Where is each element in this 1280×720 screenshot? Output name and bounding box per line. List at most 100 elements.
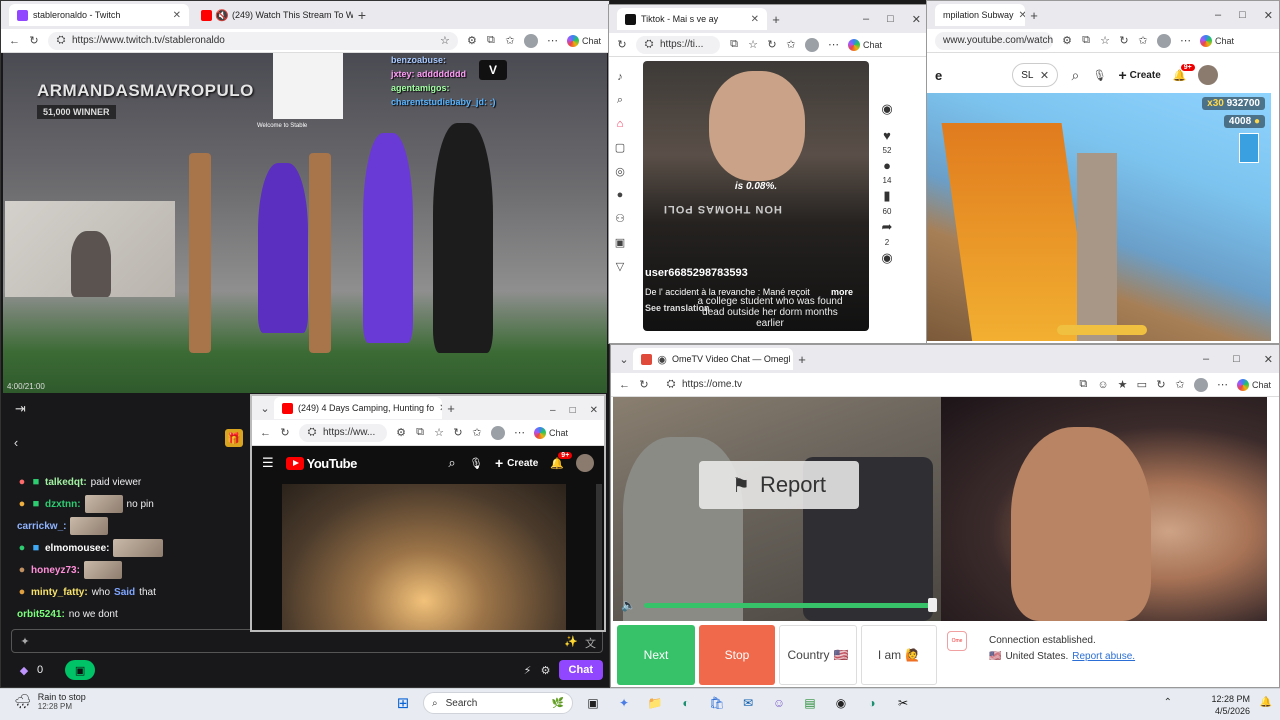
split-icon[interactable]: ⧉ <box>415 426 425 439</box>
more-icon[interactable]: ⋯ <box>1180 34 1191 47</box>
collections-icon[interactable]: ✩ <box>472 426 482 439</box>
star-icon[interactable]: ☆ <box>440 34 450 47</box>
store-icon[interactable]: 🛍 <box>706 692 728 714</box>
notepad-icon[interactable]: ▤ <box>799 692 821 714</box>
mod-tools-icon[interactable]: ⚡ <box>523 664 533 677</box>
system-tray-chevron-icon[interactable]: ⌃ <box>1164 697 1172 708</box>
search-icon[interactable]: ⌕ <box>615 94 625 107</box>
collections-icon[interactable]: ✩ <box>1175 378 1185 391</box>
microphone-icon[interactable]: 🎙 <box>1092 69 1106 82</box>
edge-beta-icon[interactable]: ◑ <box>861 692 883 714</box>
reload-icon[interactable]: ↻ <box>29 34 39 47</box>
account-avatar[interactable] <box>576 454 594 472</box>
reload-icon[interactable]: ↻ <box>639 378 649 391</box>
copilot-chat-button[interactable]: Chat <box>566 34 601 47</box>
collapse-chat-icon[interactable]: ⇥ <box>15 401 26 417</box>
home-icon[interactable]: ⌂ <box>615 118 625 130</box>
following-icon[interactable]: ● <box>615 189 625 201</box>
back-icon[interactable]: ← <box>9 35 20 47</box>
translate-icon[interactable]: 文 <box>585 635 596 651</box>
tab-twitch[interactable]: stableronaldo - Twitch ✕ <box>9 4 189 26</box>
edge-browser-icon[interactable]: ◐ <box>675 692 697 714</box>
maximize-icon[interactable]: □ <box>887 13 894 25</box>
emoji-icon[interactable]: ☺ <box>1097 379 1108 391</box>
stop-button[interactable]: Stop <box>699 625 775 685</box>
report-button[interactable]: ⚑ Report <box>699 461 859 509</box>
copilot-taskbar-icon[interactable]: ✦ <box>613 692 635 714</box>
new-tab-icon[interactable]: + <box>357 7 367 23</box>
youtube-logo[interactable]: YouTube <box>285 456 357 471</box>
bookmark-icon[interactable]: ▮ <box>883 188 890 204</box>
author-avatar[interactable]: ◉ <box>881 101 892 117</box>
outlook-icon[interactable]: ✉ <box>737 692 759 714</box>
more-icon[interactable]: ⋯ <box>514 426 525 439</box>
chat-username[interactable]: dzxtnn: <box>45 499 81 510</box>
close-window-icon[interactable]: ✕ <box>1264 9 1273 22</box>
explore-icon[interactable]: ◎ <box>615 165 625 178</box>
chat-username[interactable]: honeyz73: <box>31 565 80 576</box>
account-avatar[interactable] <box>1198 65 1219 85</box>
reload-icon[interactable]: ↻ <box>767 38 777 51</box>
more-icon[interactable]: ⋯ <box>1217 378 1228 391</box>
search-icon[interactable]: ⌕ <box>447 455 457 471</box>
more-icon[interactable]: ⋯ <box>547 34 558 47</box>
weather-widget[interactable]: 🌧 Rain to stop 12:28 PM <box>14 692 86 711</box>
chevron-down-icon[interactable]: ⌄ <box>619 353 629 366</box>
url-field[interactable]: www.youtube.com/watch?... <box>935 31 1053 50</box>
taskbar-search[interactable]: ⌕ Search 🌿 <box>423 692 573 714</box>
shop-icon[interactable]: ▢ <box>615 141 625 154</box>
tab-youtube-camping[interactable]: (249) 4 Days Camping, Hunting fo ✕ <box>274 397 442 419</box>
prediction-icon[interactable]: ▣ <box>65 660 96 680</box>
minimize-icon[interactable]: – <box>550 405 556 416</box>
channel-points-icon[interactable]: ◆ <box>19 664 29 677</box>
profile-avatar[interactable] <box>491 425 505 440</box>
hamburger-menu-icon[interactable]: ☰ <box>262 455 274 471</box>
new-tab-icon[interactable]: + <box>1029 8 1039 23</box>
tab-youtube-stream[interactable]: 🔇 (249) Watch This Stream To W ✕ <box>193 4 353 26</box>
profile-avatar[interactable] <box>1193 377 1208 392</box>
emote-picker-icon[interactable]: ✦ <box>20 635 30 648</box>
star-filled-icon[interactable]: ★ <box>1118 378 1128 391</box>
taskbar-clock[interactable]: 12:28 PM 4/5/2026 <box>1211 693 1250 717</box>
minimize-icon[interactable]: – <box>1203 353 1209 365</box>
chevron-down-icon[interactable]: ⌄ <box>260 402 270 415</box>
favorites-icon[interactable]: ✩ <box>505 34 515 47</box>
bell-icon[interactable]: 🔔 9+ <box>1173 63 1195 82</box>
video-author[interactable]: user6685298783593 <box>645 267 748 279</box>
reload-icon[interactable]: ↻ <box>280 426 290 439</box>
clear-search-icon[interactable]: ✕ <box>1039 69 1049 82</box>
twitch-chat-input[interactable]: ✦ ✨ 文 <box>11 629 603 653</box>
tiktok-logo-icon[interactable]: ♪ <box>615 71 625 83</box>
upload-icon[interactable]: ▽ <box>615 260 625 273</box>
reload-icon[interactable]: ↻ <box>1156 378 1166 391</box>
url-field[interactable]: ⛭ https://ww... <box>299 423 387 442</box>
close-icon[interactable]: ✕ <box>173 10 181 21</box>
copilot-chat-button[interactable]: Chat <box>1236 378 1271 391</box>
capcut-icon[interactable]: ✂ <box>892 692 914 714</box>
star-icon[interactable]: ☆ <box>1100 34 1110 47</box>
collections-icon[interactable]: ⧉ <box>486 34 496 47</box>
notification-icon[interactable]: 🔔 <box>1260 697 1272 708</box>
close-icon[interactable]: ✕ <box>1019 10 1025 21</box>
i-am-button[interactable]: I am 🙋 <box>861 625 937 685</box>
extensions-icon[interactable]: ⚙ <box>1062 34 1072 47</box>
report-abuse-link[interactable]: Report abuse. <box>1072 651 1135 662</box>
url-field[interactable]: ⛭ https://ome.tv <box>658 375 1070 394</box>
close-icon[interactable]: ✕ <box>439 403 442 414</box>
subway-surfers-video[interactable]: x30 932700 4008 ● <box>927 93 1271 341</box>
minimize-icon[interactable]: – <box>1215 9 1221 21</box>
chevron-left-icon[interactable]: ‹ <box>11 435 21 450</box>
new-tab-icon[interactable]: + <box>771 12 781 27</box>
windows-start-icon[interactable]: ⊞ <box>392 692 414 714</box>
speaker-icon[interactable]: 🔈 <box>621 598 636 612</box>
star-icon[interactable]: ☆ <box>748 38 758 51</box>
copilot-chat-button[interactable]: Chat <box>848 38 882 51</box>
volume-slider[interactable] <box>643 597 937 612</box>
chat-username[interactable]: talkedqt: <box>45 477 87 488</box>
magic-icon[interactable]: ✨ <box>564 635 578 648</box>
profile-avatar[interactable] <box>805 37 819 52</box>
music-disc-icon[interactable]: ◉ <box>881 250 892 266</box>
maximize-icon[interactable]: □ <box>1239 9 1246 21</box>
teams-icon[interactable]: ☺ <box>768 692 790 714</box>
maximize-icon[interactable]: □ <box>1233 353 1240 365</box>
